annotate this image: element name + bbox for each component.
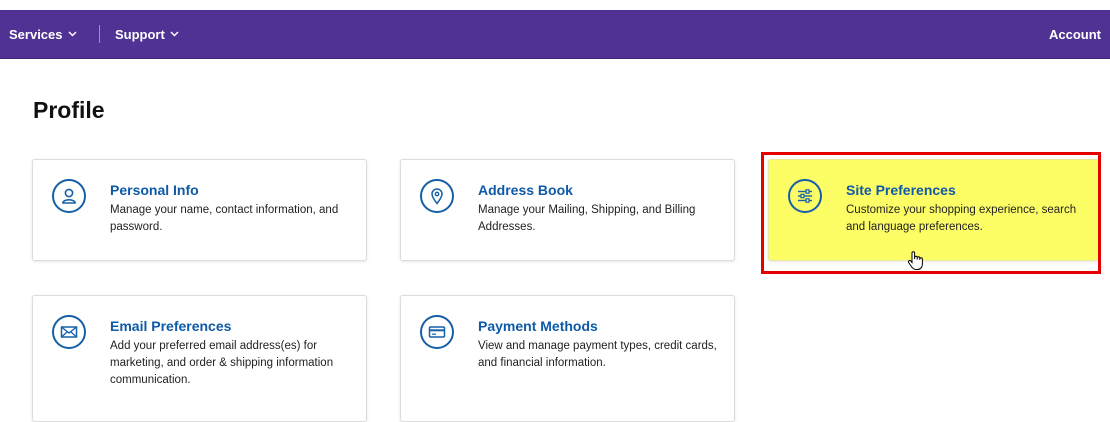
card-title: Email Preferences [110,318,232,334]
card-description: Customize your shopping experience, sear… [846,204,1077,233]
card-title: Payment Methods [478,318,598,334]
nav-divider [99,25,100,43]
support-label: Support [115,26,165,42]
chevron-down-icon [170,31,179,37]
envelope-icon [52,315,86,349]
card-title: Address Book [478,182,573,198]
card-description: Add your preferred email address(es) for… [110,340,334,386]
person-icon [52,179,86,213]
card-description: Manage your name, contact information, a… [110,204,339,233]
email-preferences-card[interactable]: Email Preferences Add your preferred ema… [32,295,367,422]
card-title: Personal Info [110,182,199,198]
site-preferences-card[interactable]: Site Preferences Customize your shopping… [768,159,1099,261]
account-link[interactable]: Account [1049,10,1101,58]
page-title: Profile [33,97,105,123]
sliders-icon [788,179,822,213]
payment-methods-card[interactable]: Payment Methods View and manage payment … [400,295,735,422]
support-menu[interactable]: Support [115,10,179,58]
chevron-down-icon [67,31,77,37]
services-label: Services [9,26,63,42]
top-nav-bar: Services Support Account [0,10,1110,59]
card-description: Manage your Mailing, Shipping, and Billi… [478,204,696,233]
personal-info-card[interactable]: Personal Info Manage your name, contact … [32,159,367,261]
card-description: View and manage payment types, credit ca… [478,340,717,369]
account-label: Account [1049,26,1101,42]
credit-card-icon [420,315,454,349]
card-title: Site Preferences [846,182,956,198]
address-book-card[interactable]: Address Book Manage your Mailing, Shippi… [400,159,735,261]
services-menu[interactable]: Services [9,10,77,58]
location-pin-icon [420,179,454,213]
